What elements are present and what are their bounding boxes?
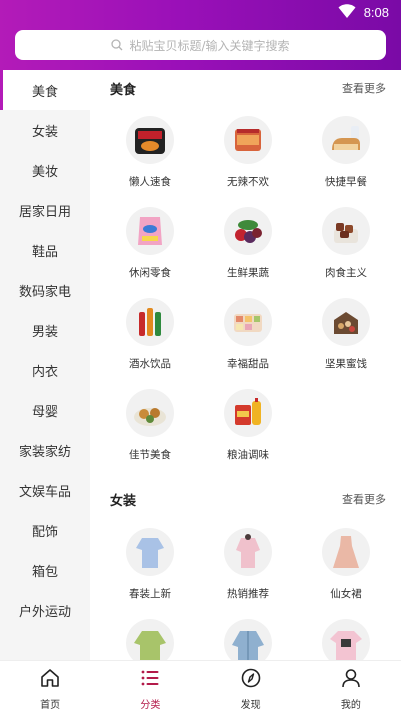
spicy-snack-icon xyxy=(224,116,272,164)
denim-jacket-icon xyxy=(224,619,272,660)
dessert-box-icon xyxy=(224,298,272,346)
sidebar-item-bags[interactable]: 箱包 xyxy=(0,550,90,590)
compass-icon xyxy=(241,668,261,692)
category-item[interactable] xyxy=(301,619,391,660)
category-item[interactable]: 肉食主义 xyxy=(301,207,391,291)
status-time: 8:08 xyxy=(363,4,389,20)
bottles-icon xyxy=(126,298,174,346)
mooncake-plate-icon xyxy=(126,389,174,437)
status-bar: 8:08 xyxy=(338,3,389,22)
sidebar-item-beauty[interactable]: 美妆 xyxy=(0,150,90,190)
meat-jerky-icon xyxy=(322,207,370,255)
app-screen: 8:08 粘贴宝贝标题/输入关键字搜索 美食 女装 美妆 居家日用 鞋品 数码家… xyxy=(0,0,401,710)
category-item[interactable]: 无辣不欢 xyxy=(203,116,293,200)
search-icon xyxy=(111,36,123,55)
instant-noodles-icon xyxy=(126,116,174,164)
sidebar-item-label: 母婴 xyxy=(31,404,58,420)
category-item[interactable]: 酒水饮品 xyxy=(105,298,195,382)
sidebar-item-label: 数码家电 xyxy=(18,284,71,300)
user-icon xyxy=(341,668,361,692)
sidebar-item-accessories[interactable]: 配饰 xyxy=(0,510,90,550)
sidebar-item-label: 户外运动 xyxy=(18,604,71,620)
sidebar-item-baby[interactable]: 母婴 xyxy=(0,390,90,430)
sidebar-item-label: 鞋品 xyxy=(31,244,58,260)
section-header-womenswear: 女装 查看更多 xyxy=(110,489,386,509)
category-item[interactable]: 热销推荐 xyxy=(203,528,293,612)
sidebar-item-household[interactable]: 居家日用 xyxy=(0,190,90,230)
category-content: 美食 查看更多 懒人速食 无辣不欢 快捷早餐 休闲零食 生鲜果蔬 肉食主义 酒水… xyxy=(90,70,401,660)
search-placeholder: 粘贴宝贝标题/输入关键字搜索 xyxy=(129,38,290,53)
section-title: 美食 xyxy=(110,82,137,98)
section-header-food: 美食 查看更多 xyxy=(110,78,386,98)
nuts-gift-box-icon xyxy=(322,298,370,346)
sidebar-item-label: 男装 xyxy=(31,324,58,340)
tab-category[interactable]: 分类 xyxy=(100,661,200,710)
bottom-tab-bar: 首页 分类 发现 我的 xyxy=(0,660,401,710)
rice-oil-icon xyxy=(224,389,272,437)
sidebar-item-home-textiles[interactable]: 家装家纺 xyxy=(0,430,90,470)
category-item[interactable]: 生鲜果蔬 xyxy=(203,207,293,291)
view-more-link[interactable]: 查看更多 xyxy=(342,491,386,507)
tab-profile[interactable]: 我的 xyxy=(301,661,401,710)
category-item[interactable]: 粮油调味 xyxy=(203,389,293,473)
category-sidebar: 美食 女装 美妆 居家日用 鞋品 数码家电 男装 内衣 母婴 家装家纺 文娱车品… xyxy=(0,70,90,660)
category-item[interactable]: 休闲零食 xyxy=(105,207,195,291)
sidebar-item-label: 居家日用 xyxy=(18,204,71,220)
tab-label: 分类 xyxy=(140,700,161,710)
bread-milk-icon xyxy=(322,116,370,164)
sidebar-item-menswear[interactable]: 男装 xyxy=(0,310,90,350)
category-item[interactable]: 快捷早餐 xyxy=(301,116,391,200)
tab-label: 我的 xyxy=(340,700,361,710)
sidebar-item-label: 文娱车品 xyxy=(18,484,71,500)
tab-label: 首页 xyxy=(40,700,61,710)
sidebar-item-shoes[interactable]: 鞋品 xyxy=(0,230,90,270)
view-more-link[interactable]: 查看更多 xyxy=(342,80,386,96)
tab-discover[interactable]: 发现 xyxy=(201,661,301,710)
sidebar-item-underwear[interactable]: 内衣 xyxy=(0,350,90,390)
category-item[interactable] xyxy=(105,619,195,660)
sidebar-item-food[interactable]: 美食 xyxy=(0,70,90,110)
tab-label: 发现 xyxy=(240,700,261,710)
sidebar-item-label: 美妆 xyxy=(31,164,58,180)
tshirt-icon xyxy=(322,619,370,660)
header-bar: 8:08 粘贴宝贝标题/输入关键字搜索 xyxy=(0,0,401,70)
section-title: 女装 xyxy=(110,493,137,509)
category-item[interactable]: 春装上新 xyxy=(105,528,195,612)
category-item[interactable]: 佳节美食 xyxy=(105,389,195,473)
list-icon xyxy=(140,668,160,692)
category-item[interactable]: 仙女裙 xyxy=(301,528,391,612)
tab-home[interactable]: 首页 xyxy=(0,661,100,710)
category-item[interactable]: 懒人速食 xyxy=(105,116,195,200)
sidebar-item-label: 箱包 xyxy=(31,564,58,580)
sidebar-item-entertainment-auto[interactable]: 文娱车品 xyxy=(0,470,90,510)
pink-outfit-icon xyxy=(224,528,272,576)
category-item[interactable]: 幸福甜品 xyxy=(203,298,293,382)
sidebar-item-label: 美食 xyxy=(31,84,58,100)
home-icon xyxy=(40,668,60,692)
green-sweater-icon xyxy=(126,619,174,660)
sidebar-item-electronics[interactable]: 数码家电 xyxy=(0,270,90,310)
sidebar-item-outdoor[interactable]: 户外运动 xyxy=(0,590,90,630)
wifi-icon xyxy=(338,3,356,22)
category-item[interactable]: 坚果蜜饯 xyxy=(301,298,391,382)
sidebar-item-womenswear[interactable]: 女装 xyxy=(0,110,90,150)
dress-icon xyxy=(322,528,370,576)
chips-bag-icon xyxy=(126,207,174,255)
sidebar-item-label: 内衣 xyxy=(31,364,58,380)
blouse-icon xyxy=(126,528,174,576)
category-item[interactable] xyxy=(203,619,293,660)
fruit-icon xyxy=(224,207,272,255)
search-box[interactable]: 粘贴宝贝标题/输入关键字搜索 xyxy=(15,30,386,60)
sidebar-item-label: 配饰 xyxy=(31,524,58,540)
sidebar-item-label: 女装 xyxy=(31,124,58,140)
sidebar-item-label: 家装家纺 xyxy=(18,444,71,460)
